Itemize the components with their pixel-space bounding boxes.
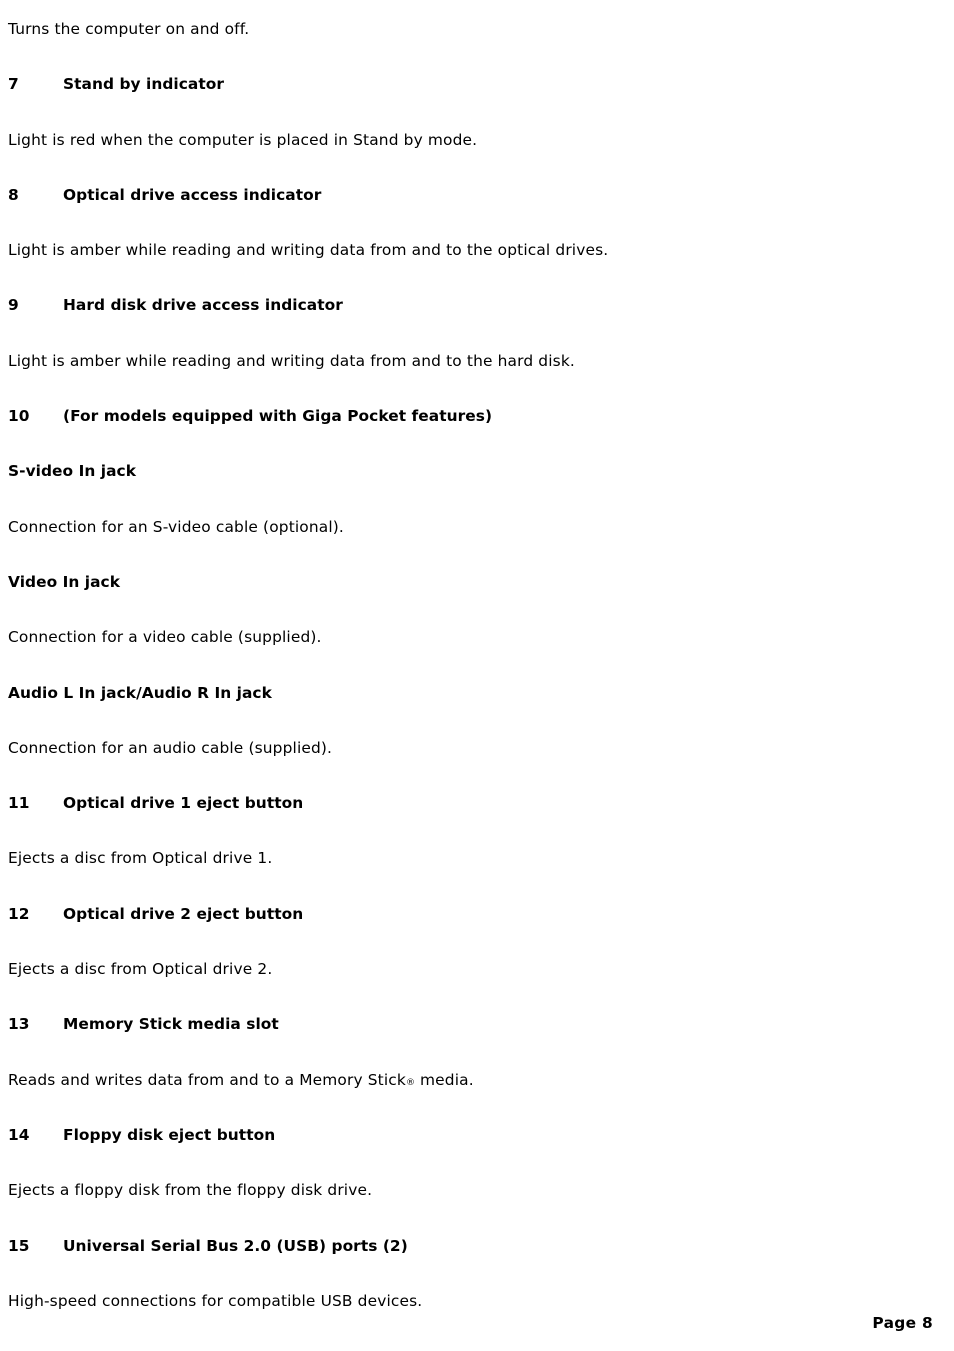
item-number: 7 bbox=[8, 75, 19, 94]
paragraph: Light is amber while reading and writing… bbox=[8, 241, 609, 260]
item-label: Floppy disk eject button bbox=[63, 1125, 276, 1144]
item-label: Universal Serial Bus 2.0 (USB) ports (2) bbox=[63, 1236, 408, 1255]
item-number: 9 bbox=[8, 296, 19, 315]
item-number: 14 bbox=[8, 1125, 30, 1144]
document-body: Turns the computer on and off. 7 Stand by… bbox=[8, 19, 928, 1346]
item-label: (For models equipped with Giga Pocket fe… bbox=[63, 407, 493, 426]
paragraph: Ejects a disc from Optical drive 1. bbox=[8, 849, 273, 868]
document-page: Turns the computer on and off. 7 Stand by… bbox=[0, 0, 954, 1351]
item-number: 13 bbox=[8, 1015, 30, 1034]
page-number-label: Page 8 bbox=[872, 1314, 933, 1332]
item-label: Optical drive access indicator bbox=[63, 185, 322, 204]
numbered-heading: 13 Memory Stick media slot bbox=[8, 1014, 928, 1069]
subheading: S-video In jack bbox=[8, 462, 136, 481]
item-number: 10 bbox=[8, 407, 30, 426]
paragraph: Light is amber while reading and writing… bbox=[8, 351, 575, 370]
paragraph: Connection for an audio cable (supplied)… bbox=[8, 738, 333, 757]
paragraph: Light is red when the computer is placed… bbox=[8, 130, 478, 149]
paragraph: Connection for a video cable (supplied). bbox=[8, 628, 322, 647]
numbered-heading: 11 Optical drive 1 eject button bbox=[8, 793, 928, 848]
numbered-heading: 9 Hard disk drive access indicator bbox=[8, 295, 928, 350]
paragraph: Connection for an S-video cable (optiona… bbox=[8, 517, 344, 536]
registered-trademark-icon: ® bbox=[405, 1077, 415, 1088]
numbered-heading: 7 Stand by indicator bbox=[8, 74, 928, 129]
page-footer: Page 8 bbox=[0, 1313, 933, 1333]
subheading: Video In jack bbox=[8, 572, 121, 591]
item-label: Stand by indicator bbox=[63, 75, 225, 94]
paragraph: Ejects a disc from Optical drive 2. bbox=[8, 960, 273, 979]
subheading: Audio L In jack/Audio R In jack bbox=[8, 683, 272, 702]
item-label: Optical drive 2 eject button bbox=[63, 904, 304, 923]
numbered-heading: 10 (For models equipped with Giga Pocket … bbox=[8, 406, 928, 461]
paragraph-with-trademark: Reads and writes data from and to a Memo… bbox=[8, 1070, 928, 1125]
numbered-heading: 14 Floppy disk eject button bbox=[8, 1125, 928, 1180]
item-label: Hard disk drive access indicator bbox=[63, 296, 343, 315]
item-number: 12 bbox=[8, 904, 30, 923]
item-number: 15 bbox=[8, 1236, 30, 1255]
paragraph: Ejects a floppy disk from the floppy dis… bbox=[8, 1181, 373, 1200]
paragraph-text-after: media. bbox=[414, 1070, 474, 1089]
numbered-heading: 12 Optical drive 2 eject button bbox=[8, 904, 928, 959]
item-number: 8 bbox=[8, 185, 19, 204]
paragraph-text-before: Reads and writes data from and to a Memo… bbox=[8, 1070, 406, 1089]
item-label: Memory Stick media slot bbox=[63, 1015, 279, 1034]
item-label: Optical drive 1 eject button bbox=[63, 794, 304, 813]
paragraph: Turns the computer on and off. bbox=[8, 20, 250, 38]
numbered-heading: 15 Universal Serial Bus 2.0 (USB) ports (… bbox=[8, 1236, 928, 1291]
item-number: 11 bbox=[8, 794, 30, 813]
numbered-heading: 8 Optical drive access indicator bbox=[8, 185, 928, 240]
